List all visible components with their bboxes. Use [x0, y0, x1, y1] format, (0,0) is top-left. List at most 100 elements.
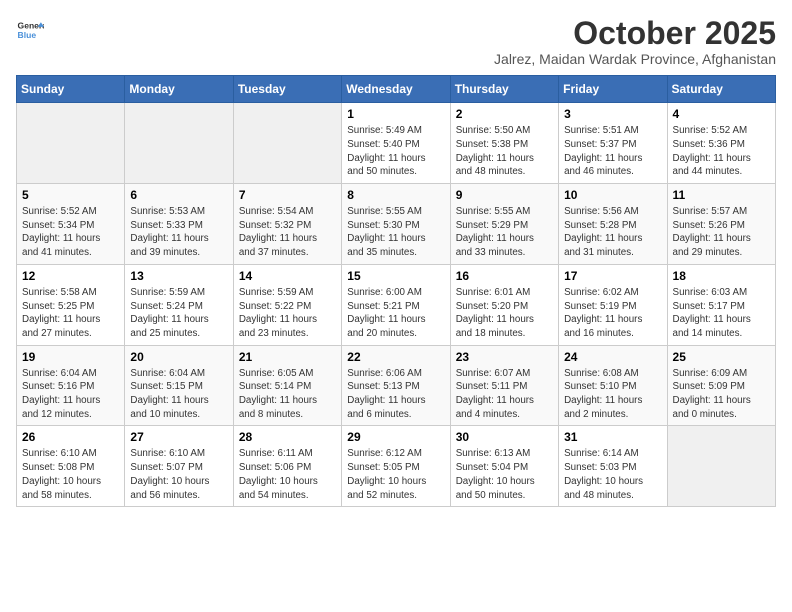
day-number: 12 [22, 269, 119, 283]
day-detail: Sunrise: 6:04 AM Sunset: 5:15 PM Dayligh… [130, 367, 227, 422]
weekday-header-cell: Friday [559, 76, 667, 103]
day-number: 26 [22, 430, 119, 444]
calendar-day-cell: 16 Sunrise: 6:01 AM Sunset: 5:20 PM Dayli… [450, 264, 558, 345]
calendar-day-cell: 10 Sunrise: 5:56 AM Sunset: 5:28 PM Dayli… [559, 184, 667, 265]
day-detail: Sunrise: 6:09 AM Sunset: 5:09 PM Dayligh… [673, 367, 770, 422]
day-detail: Sunrise: 5:59 AM Sunset: 5:22 PM Dayligh… [239, 286, 336, 341]
day-detail: Sunrise: 5:51 AM Sunset: 5:37 PM Dayligh… [564, 124, 661, 179]
day-detail: Sunrise: 6:10 AM Sunset: 5:08 PM Dayligh… [22, 447, 119, 502]
day-detail: Sunrise: 6:03 AM Sunset: 5:17 PM Dayligh… [673, 286, 770, 341]
day-number: 11 [673, 188, 770, 202]
calendar-day-cell: 14Sunrise: 5:59 AM Sunset: 5:22 PM Dayli… [233, 264, 341, 345]
day-number: 7 [239, 188, 336, 202]
weekday-header-cell: Sunday [17, 76, 125, 103]
day-detail: Sunrise: 6:06 AM Sunset: 5:13 PM Dayligh… [347, 367, 444, 422]
title-block: October 2025 Jalrez, Maidan Wardak Provi… [494, 16, 776, 67]
day-detail: Sunrise: 5:53 AM Sunset: 5:33 PM Dayligh… [130, 205, 227, 260]
day-number: 9 [456, 188, 553, 202]
day-number: 13 [130, 269, 227, 283]
day-number: 15 [347, 269, 444, 283]
day-detail: Sunrise: 6:11 AM Sunset: 5:06 PM Dayligh… [239, 447, 336, 502]
day-detail: Sunrise: 5:58 AM Sunset: 5:25 PM Dayligh… [22, 286, 119, 341]
weekday-header-cell: Saturday [667, 76, 775, 103]
day-number: 22 [347, 350, 444, 364]
calendar-day-cell: 27 Sunrise: 6:10 AM Sunset: 5:07 PM Dayli… [125, 426, 233, 507]
day-number: 24 [564, 350, 661, 364]
calendar-day-cell: 23Sunrise: 6:07 AM Sunset: 5:11 PM Dayli… [450, 345, 558, 426]
calendar-day-cell: 31 Sunrise: 6:14 AM Sunset: 5:03 PM Dayli… [559, 426, 667, 507]
calendar-day-cell: 3 Sunrise: 5:51 AM Sunset: 5:37 PM Daylig… [559, 103, 667, 184]
day-detail: Sunrise: 6:13 AM Sunset: 5:04 PM Dayligh… [456, 447, 553, 502]
day-detail: Sunrise: 6:10 AM Sunset: 5:07 PM Dayligh… [130, 447, 227, 502]
day-detail: Sunrise: 6:00 AM Sunset: 5:21 PM Dayligh… [347, 286, 444, 341]
day-number: 23 [456, 350, 553, 364]
calendar-day-cell: 20 Sunrise: 6:04 AM Sunset: 5:15 PM Dayli… [125, 345, 233, 426]
day-detail: Sunrise: 6:14 AM Sunset: 5:03 PM Dayligh… [564, 447, 661, 502]
day-detail: Sunrise: 5:52 AM Sunset: 5:34 PM Dayligh… [22, 205, 119, 260]
month-title: October 2025 [494, 16, 776, 51]
day-number: 8 [347, 188, 444, 202]
day-detail: Sunrise: 6:08 AM Sunset: 5:10 PM Dayligh… [564, 367, 661, 422]
day-number: 16 [456, 269, 553, 283]
calendar-day-cell [667, 426, 775, 507]
day-number: 18 [673, 269, 770, 283]
day-number: 17 [564, 269, 661, 283]
day-number: 21 [239, 350, 336, 364]
svg-text:Blue: Blue [18, 30, 37, 40]
day-number: 20 [130, 350, 227, 364]
calendar-day-cell: 1Sunrise: 5:49 AM Sunset: 5:40 PM Daylig… [342, 103, 450, 184]
day-number: 25 [673, 350, 770, 364]
day-number: 28 [239, 430, 336, 444]
calendar-day-cell: 29 Sunrise: 6:12 AM Sunset: 5:05 PM Dayli… [342, 426, 450, 507]
calendar-week-row: 12 Sunrise: 5:58 AM Sunset: 5:25 PM Dayli… [17, 264, 776, 345]
day-detail: Sunrise: 5:56 AM Sunset: 5:28 PM Dayligh… [564, 205, 661, 260]
day-detail: Sunrise: 6:12 AM Sunset: 5:05 PM Dayligh… [347, 447, 444, 502]
day-detail: Sunrise: 5:57 AM Sunset: 5:26 PM Dayligh… [673, 205, 770, 260]
calendar-day-cell: 8 Sunrise: 5:55 AM Sunset: 5:30 PM Daylig… [342, 184, 450, 265]
day-number: 30 [456, 430, 553, 444]
calendar-day-cell: 30 Sunrise: 6:13 AM Sunset: 5:04 PM Dayli… [450, 426, 558, 507]
calendar-day-cell: 19Sunrise: 6:04 AM Sunset: 5:16 PM Dayli… [17, 345, 125, 426]
day-detail: Sunrise: 5:59 AM Sunset: 5:24 PM Dayligh… [130, 286, 227, 341]
calendar-day-cell: 11 Sunrise: 5:57 AM Sunset: 5:26 PM Dayli… [667, 184, 775, 265]
logo-icon: General Blue [16, 16, 44, 44]
day-detail: Sunrise: 5:52 AM Sunset: 5:36 PM Dayligh… [673, 124, 770, 179]
calendar-table: SundayMondayTuesdayWednesdayThursdayFrid… [16, 75, 776, 507]
calendar-day-cell: 5Sunrise: 5:52 AM Sunset: 5:34 PM Daylig… [17, 184, 125, 265]
weekday-header-cell: Monday [125, 76, 233, 103]
calendar-day-cell: 12 Sunrise: 5:58 AM Sunset: 5:25 PM Dayli… [17, 264, 125, 345]
calendar-day-cell: 4 Sunrise: 5:52 AM Sunset: 5:36 PM Daylig… [667, 103, 775, 184]
day-detail: Sunrise: 6:01 AM Sunset: 5:20 PM Dayligh… [456, 286, 553, 341]
day-number: 29 [347, 430, 444, 444]
weekday-header-cell: Thursday [450, 76, 558, 103]
calendar-day-cell: 24 Sunrise: 6:08 AM Sunset: 5:10 PM Dayli… [559, 345, 667, 426]
day-number: 6 [130, 188, 227, 202]
calendar-day-cell: 2Sunrise: 5:50 AM Sunset: 5:38 PM Daylig… [450, 103, 558, 184]
day-detail: Sunrise: 5:49 AM Sunset: 5:40 PM Dayligh… [347, 124, 444, 179]
day-detail: Sunrise: 5:55 AM Sunset: 5:30 PM Dayligh… [347, 205, 444, 260]
calendar-day-cell: 18 Sunrise: 6:03 AM Sunset: 5:17 PM Dayli… [667, 264, 775, 345]
day-detail: Sunrise: 5:54 AM Sunset: 5:32 PM Dayligh… [239, 205, 336, 260]
day-number: 27 [130, 430, 227, 444]
weekday-header-cell: Wednesday [342, 76, 450, 103]
day-number: 4 [673, 107, 770, 121]
calendar-day-cell: 26 Sunrise: 6:10 AM Sunset: 5:08 PM Dayli… [17, 426, 125, 507]
calendar-week-row: 5Sunrise: 5:52 AM Sunset: 5:34 PM Daylig… [17, 184, 776, 265]
day-number: 19 [22, 350, 119, 364]
calendar-day-cell: 7 Sunrise: 5:54 AM Sunset: 5:32 PM Daylig… [233, 184, 341, 265]
day-detail: Sunrise: 5:55 AM Sunset: 5:29 PM Dayligh… [456, 205, 553, 260]
calendar-day-cell [233, 103, 341, 184]
logo: General Blue [16, 16, 44, 44]
calendar-day-cell: 6 Sunrise: 5:53 AM Sunset: 5:33 PM Daylig… [125, 184, 233, 265]
calendar-day-cell: 13 Sunrise: 5:59 AM Sunset: 5:24 PM Dayli… [125, 264, 233, 345]
day-number: 31 [564, 430, 661, 444]
calendar-week-row: 1Sunrise: 5:49 AM Sunset: 5:40 PM Daylig… [17, 103, 776, 184]
day-detail: Sunrise: 6:05 AM Sunset: 5:14 PM Dayligh… [239, 367, 336, 422]
day-number: 3 [564, 107, 661, 121]
calendar-body: 1Sunrise: 5:49 AM Sunset: 5:40 PM Daylig… [17, 103, 776, 507]
weekday-header-cell: Tuesday [233, 76, 341, 103]
calendar-day-cell [17, 103, 125, 184]
weekday-header-row: SundayMondayTuesdayWednesdayThursdayFrid… [17, 76, 776, 103]
day-number: 10 [564, 188, 661, 202]
day-detail: Sunrise: 5:50 AM Sunset: 5:38 PM Dayligh… [456, 124, 553, 179]
